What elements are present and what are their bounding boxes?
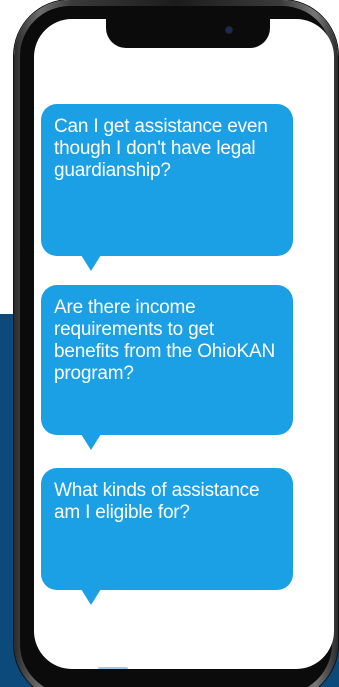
phone-notch [106, 19, 270, 48]
chat-bubble-income[interactable]: Are there income requirements to get ben… [41, 285, 293, 450]
chat-bubble-text: What kinds of assistance am I eligible f… [54, 480, 260, 523]
chat-bubble-guardianship[interactable]: Can I get assistance even though I don't… [41, 104, 293, 271]
page: Can I get assistance even though I don't… [0, 0, 339, 687]
chat-bubble-eligibility[interactable]: What kinds of assistance am I eligible f… [41, 468, 293, 605]
chat-bubble-text: Are there income requirements to get ben… [54, 297, 275, 384]
home-indicator[interactable] [98, 667, 128, 669]
camera-icon [226, 27, 232, 33]
chat-bubble-text: Can I get assistance even though I don't… [54, 116, 268, 181]
